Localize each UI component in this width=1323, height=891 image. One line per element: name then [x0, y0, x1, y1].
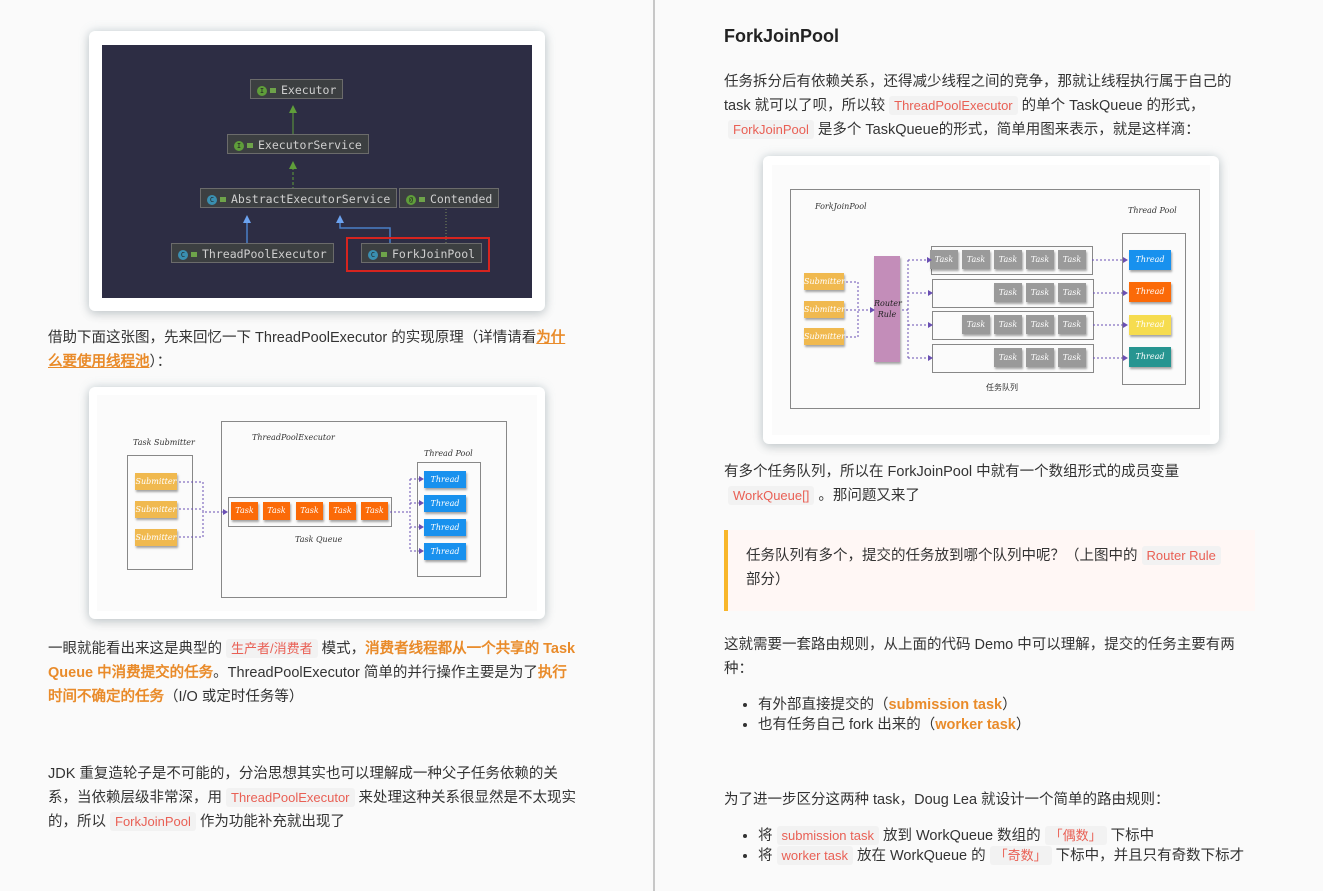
public-access-icon: [419, 197, 425, 202]
router-rule-block: Router Rule: [874, 256, 902, 362]
task-chip: Task: [1026, 250, 1054, 269]
thread-chip: Thread: [424, 519, 466, 536]
thread-chip: Thread: [1129, 282, 1171, 302]
inline-code: ThreadPoolExecutor: [226, 788, 355, 807]
list-item: 也有任务自己 fork 出来的（worker task）: [758, 715, 1030, 735]
right-page: ForkJoinPool 任务拆分后有依赖关系，还得减少线程之间的竞争，那就让线…: [655, 0, 1323, 891]
inline-code: Router Rule: [1141, 546, 1221, 565]
submitter-chip: Submitter: [135, 473, 177, 490]
fork-join-pool-label: ForkJoinPool: [815, 202, 867, 211]
task-types-list: 有外部直接提交的（submission task） 也有任务自己 fork 出来…: [724, 695, 1030, 735]
paragraph-doug-lea: 为了进一步区分这两种 task，Doug Lea 就设计一个简单的路由规则：: [724, 792, 1170, 808]
interface-icon: I: [257, 85, 267, 96]
inline-code: ForkJoinPool: [728, 120, 814, 139]
uml-node-fork-join-pool: C ForkJoinPool: [361, 243, 483, 263]
abstract-class-icon: C: [207, 194, 217, 205]
class-icon: C: [368, 249, 378, 260]
task-chip: Task: [1026, 315, 1054, 334]
task-chip: Task: [263, 502, 290, 520]
task-chip: Task: [1026, 348, 1054, 367]
task-chip: Task: [1026, 283, 1054, 302]
thread-chip: Thread: [1129, 347, 1171, 367]
task-chip: Task: [361, 502, 388, 520]
thread-chip: Thread: [424, 471, 466, 488]
task-chip: Task: [994, 250, 1022, 269]
thread-pool-label: Thread Pool: [424, 449, 473, 458]
submitter-chip: Submitter: [804, 301, 845, 318]
inline-code: WorkQueue[]: [728, 486, 815, 505]
public-access-icon: [220, 197, 226, 202]
public-access-icon: [270, 88, 276, 93]
thread-pool-label: Thread Pool: [1128, 206, 1177, 215]
routing-rules-list: 将submission task放到 WorkQueue 数组的「偶数」下标中 …: [724, 826, 1244, 866]
task-chip: Task: [994, 283, 1022, 302]
fork-join-pool-diagram: ForkJoinPool Thread Pool Submitter Submi…: [772, 165, 1210, 435]
uml-class-diagram: I Executor I ExecutorService C AbstractExec…: [102, 45, 532, 298]
task-queue-label: Task Queue: [295, 535, 343, 544]
paragraph-multiple-queues: 任务拆分后有依赖关系，还得减少线程之间的竞争，那就让线程执行属于自己的 task…: [724, 74, 1232, 139]
paragraph-producer-consumer: 一眼就能看出来这是典型的 生产者/消费者 模式，消费者线程都从一个共享的 Task …: [48, 639, 576, 705]
task-chip: Task: [994, 315, 1022, 334]
inline-code: 生产者/消费者: [226, 639, 318, 658]
class-icon: C: [178, 249, 188, 260]
list-item: 将submission task放到 WorkQueue 数组的「偶数」下标中: [758, 826, 1244, 846]
inline-code: ThreadPoolExecutor: [889, 96, 1018, 115]
public-access-icon: [191, 252, 197, 257]
submitter-chip: Submitter: [804, 328, 845, 345]
thread-chip: Thread: [424, 543, 466, 560]
blockquote-router-question: 任务队列有多个，提交的任务放到哪个队列中呢？（上图中的 Router Rule部分…: [724, 530, 1255, 611]
task-queues-label: 任务队列: [986, 383, 1018, 392]
task-chip: Task: [994, 348, 1022, 367]
left-page: I Executor I ExecutorService C AbstractExec…: [0, 0, 653, 891]
section-heading: ForkJoinPool: [724, 26, 840, 46]
list-item: 有外部直接提交的（submission task）: [758, 695, 1030, 715]
thread-chip: Thread: [424, 495, 466, 512]
task-chip: Task: [962, 250, 990, 269]
uml-node-abstract-executor-service: C AbstractExecutorService: [200, 188, 398, 208]
interface-icon: I: [234, 140, 244, 151]
thread-pool-executor-diagram-figure: Task Submitter ThreadPoolExecutor Thread…: [89, 387, 545, 619]
inline-code: ForkJoinPool: [110, 812, 196, 831]
uml-class-diagram-figure: I Executor I ExecutorService C AbstractExec…: [89, 31, 545, 311]
paragraph-routing-rules: 这就需要一套路由规则，从上面的代码 Demo 中可以理解，提交的任务主要有两种：: [724, 637, 1235, 677]
task-chip: Task: [962, 315, 990, 334]
paragraph-jdk-reinvent: JDK 重复造轮子是不可能的，分治思想其实也可以理解成一种父子任务依赖的关系，当…: [48, 766, 577, 831]
list-item: 将worker task放在 WorkQueue 的「奇数」下标中，并且只有奇数…: [758, 846, 1244, 866]
task-submitter-label: Task Submitter: [133, 438, 195, 447]
submitter-chip: Submitter: [135, 501, 177, 518]
task-chip: Task: [1058, 283, 1086, 302]
public-access-icon: [247, 143, 253, 148]
uml-node-thread-pool-executor: C ThreadPoolExecutor: [171, 243, 334, 263]
annotation-icon: @: [406, 194, 416, 205]
task-chip: Task: [296, 502, 323, 520]
task-chip: Task: [930, 250, 958, 269]
submitter-chip: Submitter: [135, 529, 177, 546]
uml-node-executor: I Executor: [250, 79, 344, 99]
thread-chip: Thread: [1129, 250, 1171, 270]
task-chip: Task: [1058, 348, 1086, 367]
task-chip: Task: [1058, 315, 1086, 334]
task-chip: Task: [1058, 250, 1086, 269]
uml-node-executor-service: I ExecutorService: [227, 134, 369, 154]
thread-chip: Thread: [1129, 315, 1171, 335]
fork-join-pool-diagram-figure: ForkJoinPool Thread Pool Submitter Submi…: [763, 156, 1219, 444]
uml-node-contended: @ Contended: [399, 188, 500, 208]
task-chip: Task: [329, 502, 356, 520]
public-access-icon: [381, 252, 387, 257]
paragraph-recall-tpe: 借助下面这张图，先来回忆一下 ThreadPoolExecutor 的实现原理（…: [48, 330, 566, 370]
thread-pool-executor-diagram: Task Submitter ThreadPoolExecutor Thread…: [97, 395, 537, 611]
paragraph-workqueue-array: 有多个任务队列，所以在 ForkJoinPool 中就有一个数组形式的成员变量W…: [724, 464, 1180, 505]
submitter-chip: Submitter: [804, 273, 845, 290]
task-chip: Task: [231, 502, 258, 520]
